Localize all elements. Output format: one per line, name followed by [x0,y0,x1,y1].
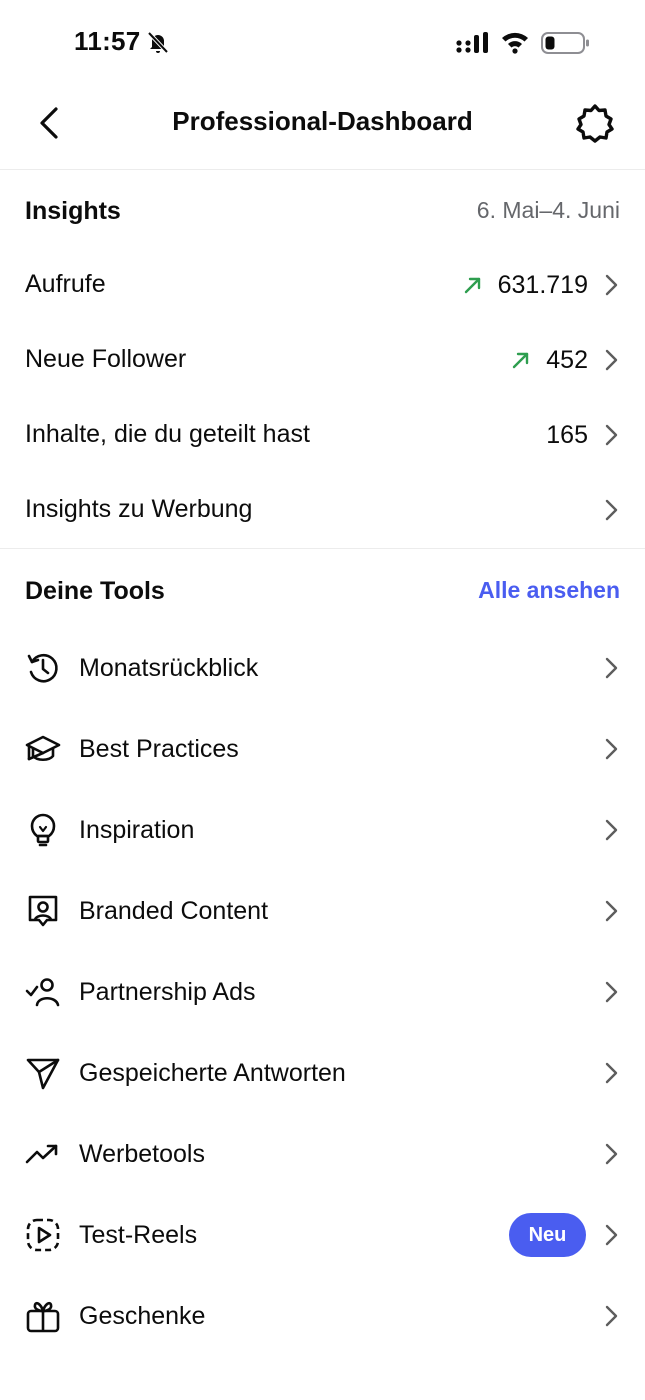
graduation-cap-icon [25,735,61,762]
history-icon [27,653,58,683]
chevron-right-icon [605,349,618,371]
tool-label: Inspiration [79,816,195,844]
tool-item-test-reels[interactable]: Test-Reels Neu [25,1199,620,1271]
metric-row-views[interactable]: Aufrufe 631.719 [25,255,620,315]
insights-header: Insights 6. Mai–4. Juni [25,191,620,231]
chevron-right-icon [605,1062,618,1084]
tool-label: Best Practices [79,735,239,763]
tool-item-best-practices[interactable]: Best Practices [25,713,620,785]
metric-value: 631.719 [497,270,588,299]
chevron-right-icon [605,981,618,1003]
paper-plane-icon [26,1058,60,1090]
tool-label: Geschenke [79,1302,206,1330]
metric-value: 165 [546,420,588,449]
navigation-bar: Professional-Dashboard [0,88,645,170]
cellular-signal-icon [456,32,492,54]
trend-up-icon [464,277,480,294]
status-bar: 11:57 [0,0,645,88]
trending-up-icon [25,1144,58,1164]
user-badge-icon [28,895,58,927]
tool-item-saved-replies[interactable]: Gespeicherte Antworten [25,1037,620,1109]
chevron-right-icon [605,819,618,841]
gift-icon [26,1301,60,1333]
chevron-right-icon [605,900,618,922]
chevron-right-icon [605,738,618,760]
chevron-right-icon [605,1305,618,1327]
section-divider [0,548,645,549]
battery-icon [541,31,591,55]
tool-label: Werbetools [79,1140,205,1168]
chevron-right-icon [605,274,618,296]
chevron-right-icon [605,499,618,521]
chevron-right-icon [605,657,618,679]
chevron-right-icon [605,1224,618,1246]
chevron-right-icon [605,1143,618,1165]
wifi-icon [500,30,530,54]
insights-date-range: 6. Mai–4. Juni [476,197,620,223]
tool-item-monthly-recap[interactable]: Monatsrückblick [25,632,620,704]
metric-value: 452 [546,345,588,374]
metric-row-new-followers[interactable]: Neue Follower 452 [25,330,620,390]
tool-label: Test-Reels [79,1221,198,1249]
new-badge: Neu [509,1213,586,1257]
settings-button[interactable] [574,102,616,144]
metric-row-ad-insights[interactable]: Insights zu Werbung [25,480,620,540]
tools-header: Deine Tools Alle ansehen [25,571,620,611]
tool-label: Partnership Ads [79,978,256,1006]
tool-label: Branded Content [79,897,269,925]
metric-label: Neue Follower [25,345,187,373]
tool-item-branded-content[interactable]: Branded Content [25,875,620,947]
tool-item-ad-tools[interactable]: Werbetools [25,1118,620,1190]
tool-item-inspiration[interactable]: Inspiration [25,794,620,866]
metric-label: Aufrufe [25,270,106,298]
metric-label: Insights zu Werbung [25,495,253,523]
bell-muted-icon [146,30,170,54]
user-check-icon [25,978,60,1007]
tool-label: Gespeicherte Antworten [79,1059,346,1087]
insights-title: Insights [25,197,121,225]
tool-item-gifts[interactable]: Geschenke [25,1280,620,1352]
lightbulb-icon [30,813,56,847]
trend-up-icon [513,352,529,369]
metric-label: Inhalte, die du geteilt hast [25,420,310,448]
status-time: 11:57 [74,26,141,56]
gear-icon [576,104,614,143]
see-all-link[interactable]: Alle ansehen [478,577,620,604]
metric-row-shared-content[interactable]: Inhalte, die du geteilt hast 165 [25,405,620,465]
chevron-right-icon [605,424,618,446]
tools-title: Deine Tools [25,577,165,605]
tool-item-partnership-ads[interactable]: Partnership Ads [25,956,620,1028]
reels-icon [26,1218,60,1252]
tool-label: Monatsrückblick [79,654,259,682]
page-title: Professional-Dashboard [172,106,473,136]
